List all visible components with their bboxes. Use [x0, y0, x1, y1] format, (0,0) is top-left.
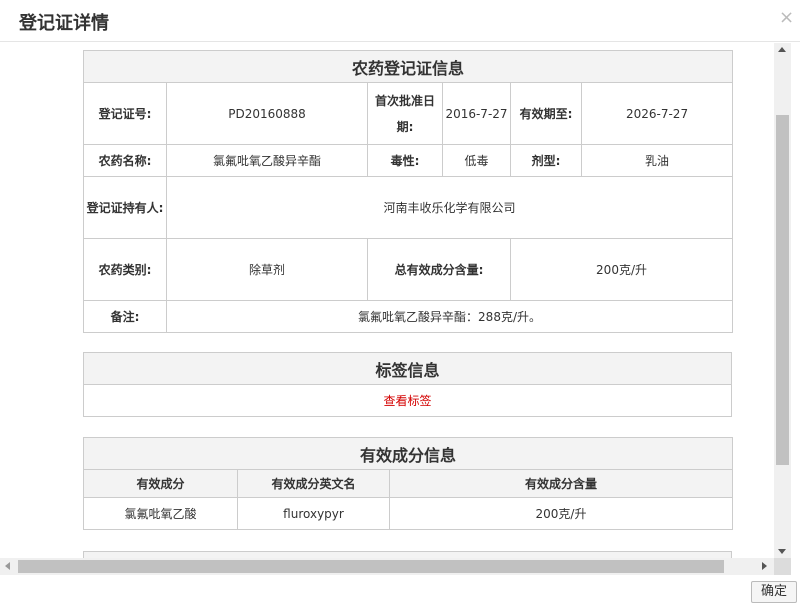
first-approval-value: 2016-7-27 [442, 82, 511, 145]
scroll-right-icon[interactable] [762, 562, 767, 570]
first-approval-label: 首次批准日期: [367, 82, 443, 145]
table-row: 氯氟吡氧乙酸 fluroxypyr 200克/升 [83, 497, 734, 530]
formulation-value: 乳油 [580, 144, 734, 177]
registration-detail-dialog: 登记证详情 × 农药登记证信息 登记证号: PD20160888 首次批准日期:… [0, 0, 800, 603]
remarks-value: 氯氟吡氧乙酸异辛酯：288克/升。 [165, 300, 734, 333]
close-icon[interactable]: × [779, 8, 794, 28]
horizontal-scroll-thumb[interactable] [18, 560, 724, 573]
ingredient-content: 200克/升 [388, 497, 734, 530]
ingredients-section-title: 有效成分信息 [82, 437, 734, 470]
category-label: 农药类别: [83, 238, 167, 301]
horizontal-scrollbar[interactable] [0, 558, 774, 575]
holder-label: 登记证持有人: [83, 176, 167, 239]
scroll-left-icon[interactable] [5, 562, 10, 570]
ingredients-table: 有效成分信息 有效成分 有效成分英文名 有效成分含量 氯氟吡氧乙酸 flurox… [82, 437, 734, 530]
formulation-label: 剂型: [510, 144, 582, 177]
remarks-label: 备注: [83, 300, 167, 333]
total-content-value: 200克/升 [509, 238, 734, 301]
label-info-table: 标签信息 查看标签 [83, 352, 732, 417]
valid-until-label: 有效期至: [510, 82, 582, 145]
ingredient-header-name: 有效成分 [83, 469, 238, 498]
scroll-down-icon[interactable] [778, 549, 786, 554]
label-section-title: 标签信息 [83, 352, 732, 385]
ingredient-name: 氯氟吡氧乙酸 [83, 497, 238, 530]
dialog-footer: 确定 [0, 575, 800, 603]
name-value: 氯氟吡氧乙酸异辛酯 [166, 144, 368, 177]
scrollbar-corner [774, 558, 791, 575]
valid-until-value: 2026-7-27 [580, 82, 734, 145]
toxicity-value: 低毒 [442, 144, 511, 177]
scroll-up-icon[interactable] [778, 47, 786, 52]
toxicity-label: 毒性: [367, 144, 443, 177]
name-label: 农药名称: [83, 144, 167, 177]
ingredient-header-english: 有效成分英文名 [237, 469, 390, 498]
category-value: 除草剂 [166, 238, 368, 301]
total-content-label: 总有效成分含量: [367, 238, 511, 301]
dialog-content: 农药登记证信息 登记证号: PD20160888 首次批准日期: 2016-7-… [0, 43, 774, 558]
view-label-link[interactable]: 查看标签 [83, 384, 732, 417]
dialog-titlebar: 登记证详情 × [0, 0, 800, 42]
registration-section-title: 农药登记证信息 [82, 50, 734, 83]
registration-table: 农药登记证信息 登记证号: PD20160888 首次批准日期: 2016-7-… [82, 50, 734, 333]
ingredient-english: fluroxypyr [237, 497, 390, 530]
dialog-title: 登记证详情 [19, 13, 109, 34]
reg-no-label: 登记证号: [83, 82, 167, 145]
ingredient-header-content: 有效成分含量 [388, 469, 734, 498]
ok-button[interactable]: 确定 [751, 581, 797, 603]
vertical-scroll-thumb[interactable] [776, 115, 789, 465]
next-section-edge [83, 551, 732, 558]
reg-no-value: PD20160888 [166, 82, 368, 145]
holder-value: 河南丰收乐化学有限公司 [165, 176, 734, 239]
vertical-scrollbar[interactable] [774, 43, 791, 558]
